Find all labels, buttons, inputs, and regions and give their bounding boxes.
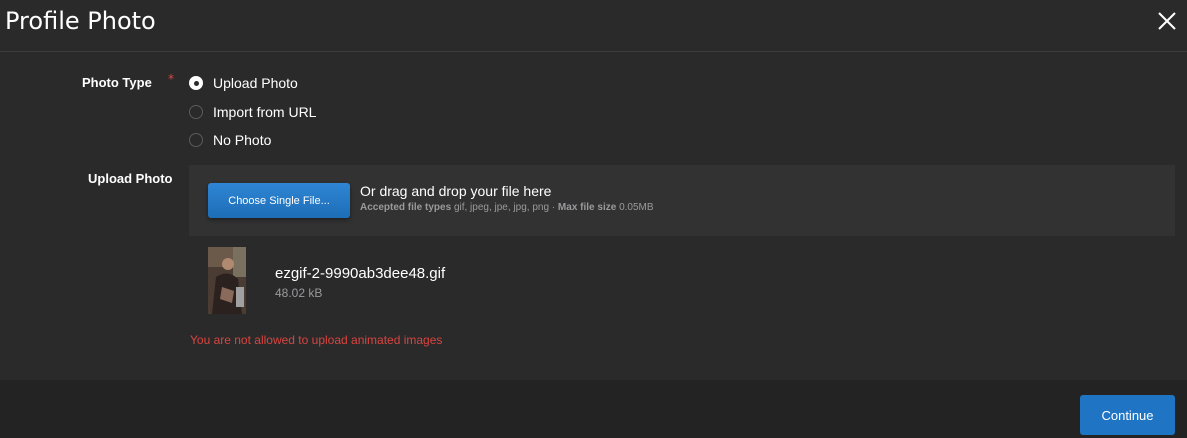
dialog-title: Profile Photo (5, 7, 156, 35)
radio-button[interactable] (189, 105, 203, 119)
accepted-types-value: gif, jpeg, jpe, jpg, png (453, 202, 550, 213)
upload-photo-label: Upload Photo (88, 171, 173, 186)
radio-no-photo[interactable]: No Photo (189, 130, 271, 150)
file-dropzone[interactable]: Choose Single File... Or drag and drop y… (189, 165, 1175, 236)
dialog-header: Profile Photo (0, 0, 1187, 52)
dialog-footer: Continue (0, 380, 1187, 438)
continue-button[interactable]: Continue (1080, 395, 1175, 435)
radio-label: No Photo (213, 132, 272, 148)
file-name: ezgif-2-9990ab3dee48.gif (275, 265, 446, 282)
radio-button-checked[interactable] (189, 76, 203, 90)
radio-import-url[interactable]: Import from URL (189, 102, 316, 122)
max-size-value: 0.05MB (619, 202, 654, 213)
radio-label: Import from URL (213, 104, 317, 120)
info-separator: · (551, 202, 556, 213)
choose-file-button[interactable]: Choose Single File... (208, 183, 350, 218)
accepted-file-info: Accepted file types gif, jpeg, jpe, jpg,… (360, 202, 654, 213)
file-size: 48.02 kB (275, 286, 323, 300)
photo-type-label: Photo Type (82, 75, 152, 90)
file-thumbnail (208, 247, 246, 314)
error-message: You are not allowed to upload animated i… (190, 333, 443, 347)
radio-button[interactable] (189, 133, 203, 147)
radio-upload-photo[interactable]: Upload Photo (189, 73, 298, 93)
accepted-types-label: Accepted file types (360, 202, 452, 213)
close-icon[interactable] (1156, 10, 1178, 32)
drag-drop-text: Or drag and drop your file here (360, 183, 552, 199)
max-size-label: Max file size (557, 202, 617, 213)
radio-label: Upload Photo (213, 75, 298, 91)
required-asterisk: * (168, 72, 174, 86)
